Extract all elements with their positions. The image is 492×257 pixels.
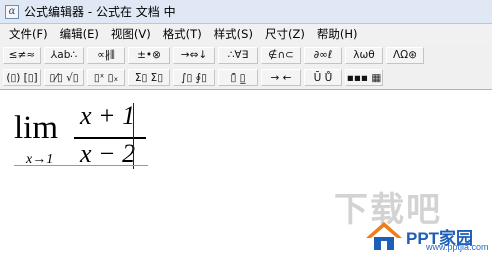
spaces-ellipses-button[interactable]: ⅄ab∴ bbox=[44, 46, 84, 64]
selection-underline bbox=[14, 165, 148, 166]
labeled-arrow-templates-button[interactable]: → ← bbox=[261, 69, 301, 86]
lim-operator: lim bbox=[14, 110, 59, 146]
uppercase-greek-button[interactable]: ΛΩ⊛ bbox=[386, 46, 424, 64]
relational-symbols-button[interactable]: ≤≠≈ bbox=[3, 46, 41, 64]
formula-editor-app-icon: α bbox=[5, 4, 19, 19]
matrix-templates-button[interactable]: ▪▪▪ ▦ bbox=[345, 69, 383, 86]
house-logo-icon bbox=[366, 222, 402, 250]
menu-help[interactable]: 帮助(H) bbox=[317, 26, 358, 42]
menu-view[interactable]: 视图(V) bbox=[111, 26, 151, 42]
arrow-symbols-button[interactable]: →⇔↓ bbox=[173, 46, 215, 64]
menu-style[interactable]: 样式(S) bbox=[214, 26, 253, 42]
symbol-toolbar: ≤≠≈ ⅄ab∴ ∝∦⫼ ±•⊗ →⇔↓ ∴∀∃ ∉∩⊂ ∂∞ℓ λωθ ΛΩ⊛ bbox=[0, 44, 492, 66]
summation-templates-button[interactable]: Σ▯ Σ▯ bbox=[128, 69, 170, 86]
pptjia-watermark: PPT家园 www.pptjia.com bbox=[362, 218, 489, 252]
window-title: 公式编辑器 - 公式在 文档 中 bbox=[24, 5, 176, 19]
logical-symbols-button[interactable]: ∴∀∃ bbox=[218, 46, 258, 64]
menu-format[interactable]: 格式(T) bbox=[163, 26, 202, 42]
set-theory-symbols-button[interactable]: ∉∩⊂ bbox=[261, 46, 301, 64]
integral-templates-button[interactable]: ∫▯ ∮▯ bbox=[173, 69, 215, 86]
misc-symbols-button[interactable]: ∂∞ℓ bbox=[304, 46, 342, 64]
underbar-overbar-templates-button[interactable]: ▯̄ ▯̲ bbox=[218, 69, 258, 86]
operator-symbols-button[interactable]: ±•⊗ bbox=[128, 46, 170, 64]
embellishments-button[interactable]: ∝∦⫼ bbox=[87, 46, 125, 64]
lowercase-greek-button[interactable]: λωθ bbox=[345, 46, 383, 64]
menu-size[interactable]: 尺寸(Z) bbox=[265, 26, 305, 42]
subscript-superscript-templates-button[interactable]: ▯ˣ ▯ₓ bbox=[87, 69, 125, 86]
menu-edit[interactable]: 编辑(E) bbox=[60, 26, 99, 42]
product-templates-button[interactable]: Ū Ů bbox=[304, 69, 342, 86]
watermark-url: www.pptjia.com bbox=[426, 242, 489, 252]
insertion-cursor bbox=[133, 103, 134, 169]
window-titlebar: α 公式编辑器 - 公式在 文档 中 bbox=[0, 0, 492, 24]
menu-file[interactable]: 文件(F) bbox=[9, 26, 48, 42]
fraction-radical-templates-button[interactable]: ▯⁄▯ √▯ bbox=[44, 69, 84, 86]
template-toolbar: (▯) [▯] ▯⁄▯ √▯ ▯ˣ ▯ₓ Σ▯ Σ▯ ∫▯ ∮▯ ▯̄ ▯̲ →… bbox=[0, 66, 492, 90]
fraction-numerator: x + 1 bbox=[80, 101, 136, 130]
fence-templates-button[interactable]: (▯) [▯] bbox=[3, 69, 41, 86]
menu-bar: 文件(F) 编辑(E) 视图(V) 格式(T) 样式(S) 尺寸(Z) 帮助(H… bbox=[0, 24, 492, 44]
